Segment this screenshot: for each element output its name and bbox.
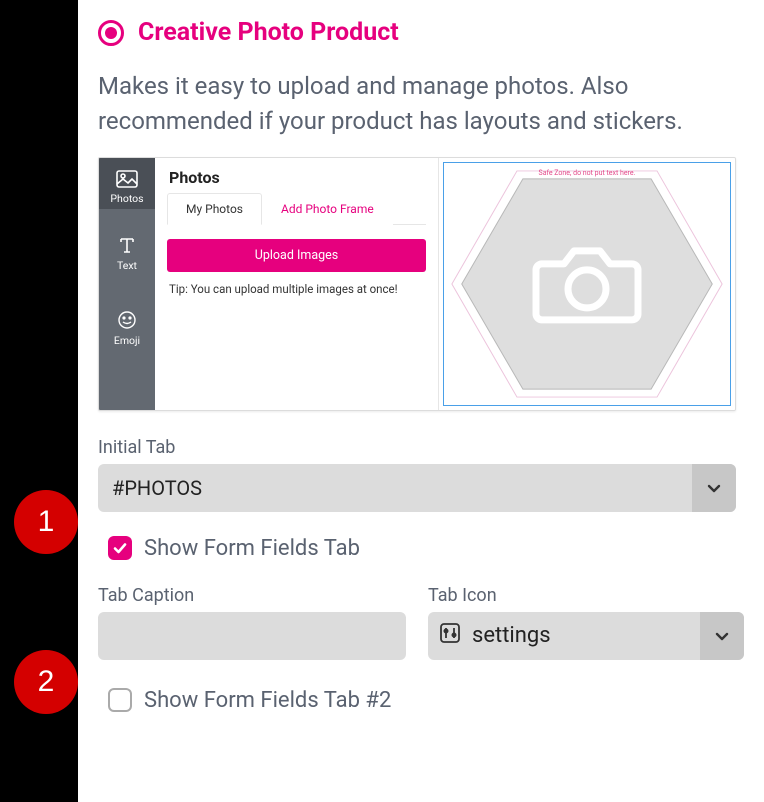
content-area: Creative Photo Product Makes it easy to … xyxy=(78,0,764,802)
option-title: Creative Photo Product xyxy=(138,18,399,47)
chevron-down-icon[interactable] xyxy=(700,612,744,660)
preview-panel-title: Photos xyxy=(169,168,426,187)
radio-selected-icon[interactable] xyxy=(98,20,124,46)
initial-tab-value: #PHOTOS xyxy=(112,476,202,500)
editor-preview: Photos Text xyxy=(98,157,736,411)
preview-sidebar-emoji: Emoji xyxy=(99,298,155,351)
show-form-fields-label: Show Form Fields Tab xyxy=(144,536,360,561)
tab-caption-input[interactable] xyxy=(98,612,406,660)
tab-icon-label: Tab Icon xyxy=(428,585,744,606)
image-icon xyxy=(116,170,138,188)
sliders-icon xyxy=(438,621,462,651)
option-description: Makes it easy to upload and manage photo… xyxy=(98,69,744,139)
tab-icon-select[interactable]: settings xyxy=(428,612,744,660)
preview-upload-button: Upload Images xyxy=(167,239,426,272)
camera-icon xyxy=(532,238,642,332)
initial-tab-label: Initial Tab xyxy=(98,437,744,458)
text-icon xyxy=(117,235,137,255)
preview-tip-text: Tip: You can upload multiple images at o… xyxy=(169,282,426,296)
preview-tab-my-photos: My Photos xyxy=(167,193,262,225)
emoji-icon xyxy=(117,310,137,330)
preview-sidebar-photos: Photos xyxy=(99,158,155,209)
preview-sidebar: Photos Text xyxy=(99,158,155,410)
preview-canvas: Safe Zone, do not put text here. xyxy=(439,158,735,410)
preview-tab-add-frame: Add Photo Frame xyxy=(262,193,393,225)
checkbox-checked-icon[interactable] xyxy=(108,536,132,560)
option-heading-row[interactable]: Creative Photo Product xyxy=(98,18,744,47)
preview-main-panel: Photos My Photos Add Photo Frame Upload … xyxy=(155,158,439,410)
preview-sidebar-label: Text xyxy=(117,259,137,272)
checkbox-unchecked-icon[interactable] xyxy=(108,688,132,712)
show-form-fields-2-label: Show Form Fields Tab #2 xyxy=(144,688,391,713)
tab-caption-label: Tab Caption xyxy=(98,585,406,606)
safe-zone-text: Safe Zone, do not put text here. xyxy=(444,169,730,177)
preview-sidebar-text: Text xyxy=(99,223,155,276)
tab-icon-value: settings xyxy=(472,623,551,648)
preview-tabs: My Photos Add Photo Frame xyxy=(167,193,426,225)
preview-canvas-frame: Safe Zone, do not put text here. xyxy=(443,162,731,406)
initial-tab-select[interactable]: #PHOTOS xyxy=(98,464,736,512)
preview-sidebar-label: Photos xyxy=(110,192,143,205)
chevron-down-icon[interactable] xyxy=(692,464,736,512)
show-form-fields-row[interactable]: Show Form Fields Tab xyxy=(98,536,744,561)
show-form-fields-2-row[interactable]: Show Form Fields Tab #2 xyxy=(98,688,744,713)
callout-marker-2: 2 xyxy=(14,650,78,714)
preview-sidebar-label: Emoji xyxy=(114,334,140,347)
callout-marker-1: 1 xyxy=(14,490,78,554)
